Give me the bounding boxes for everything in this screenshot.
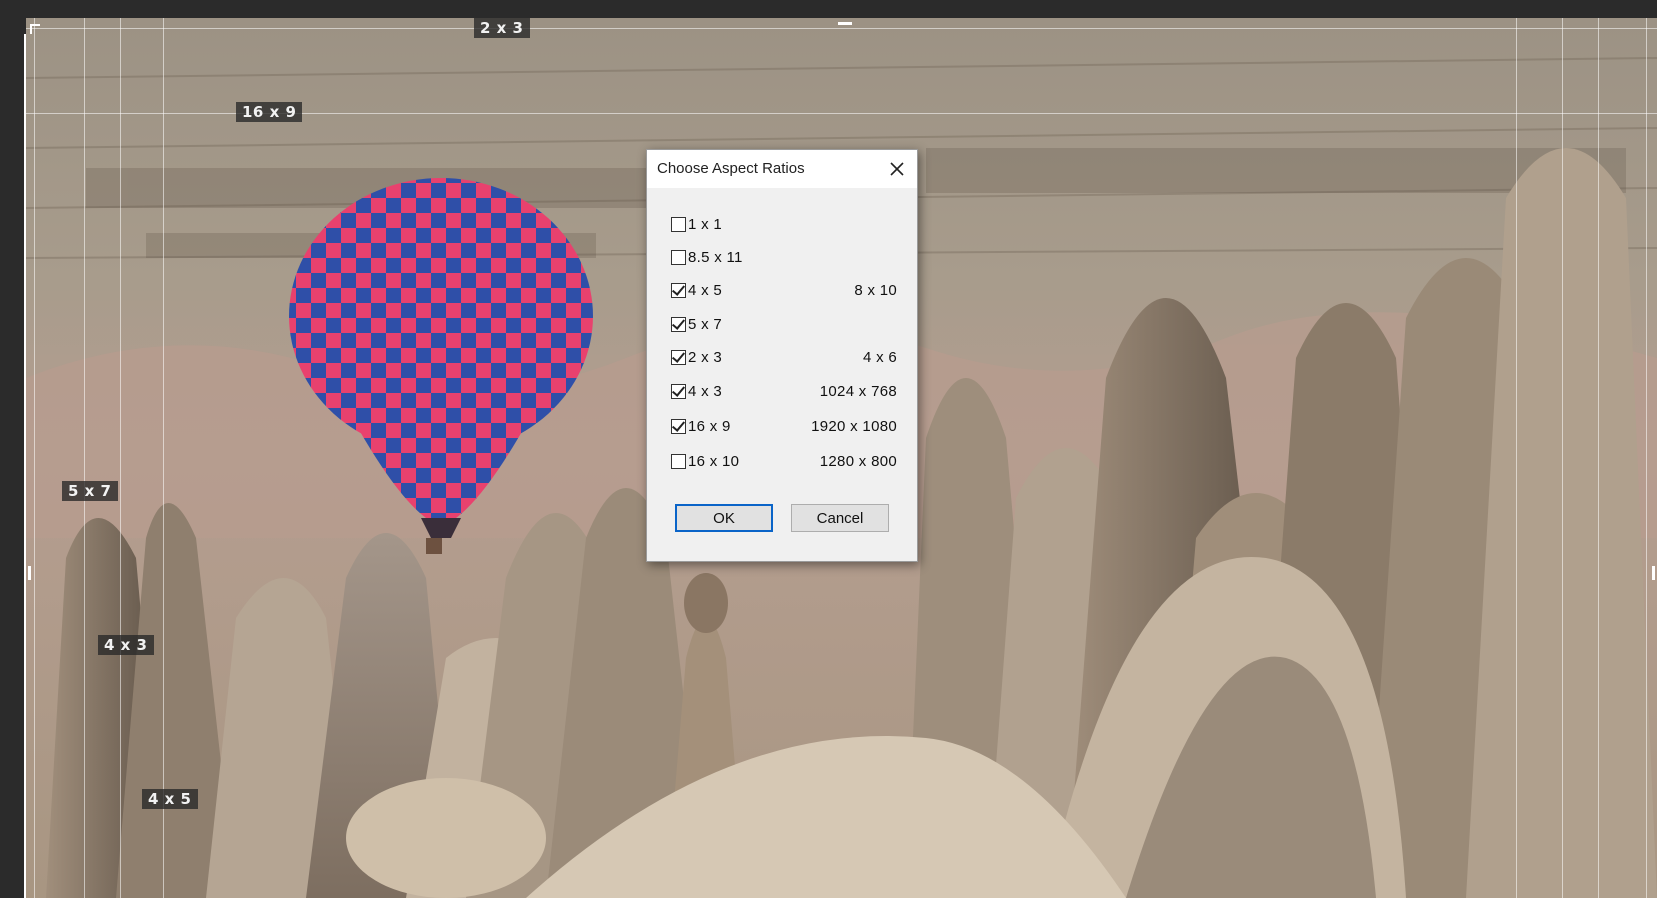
ratio-option-16x9[interactable]: 16 x 9 1920 x 1080 (671, 415, 897, 437)
crop-guide-right-c (1598, 18, 1599, 898)
ratio-option-4x3[interactable]: 4 x 3 1024 x 768 (671, 380, 897, 402)
ratio-option-16x10[interactable]: 16 x 10 1280 x 800 (671, 450, 897, 472)
option-label: 8.5 x 11 (688, 248, 743, 266)
checkbox-2x3[interactable] (671, 349, 686, 365)
option-label: 4 x 3 (688, 382, 723, 400)
crop-guide-5x7 (84, 18, 85, 898)
option-label: 4 x 5 (688, 281, 723, 299)
checkbox-1x1[interactable] (671, 216, 686, 232)
option-label: 1 x 1 (688, 215, 723, 233)
ratio-option-8-5x11[interactable]: 8.5 x 11 (671, 246, 897, 268)
crop-right-handle[interactable] (1652, 566, 1655, 580)
ratio-option-1x1[interactable]: 1 x 1 (671, 213, 897, 235)
cancel-button[interactable]: Cancel (791, 504, 889, 532)
crop-guide-right (1646, 18, 1647, 898)
crop-guide-left (34, 18, 35, 898)
checkbox-4x5[interactable] (671, 282, 686, 298)
ratio-label-4x5: 4 x 5 (142, 789, 198, 809)
ok-button[interactable]: OK (675, 504, 773, 532)
crop-guide-right-b (1562, 18, 1563, 898)
editor-canvas: 2 x 3 16 x 9 5 x 7 4 x 3 4 x 5 Choose As… (0, 0, 1657, 898)
checkbox-5x7[interactable] (671, 316, 686, 332)
ratio-label-16x9: 16 x 9 (236, 102, 303, 122)
ratio-label-5x7: 5 x 7 (62, 481, 118, 501)
option-label: 5 x 7 (688, 315, 723, 333)
crop-corner-handle-v[interactable] (30, 24, 32, 34)
option-alt: 1280 x 800 (819, 452, 897, 470)
crop-top-handle[interactable] (838, 22, 852, 25)
crop-left-handle[interactable] (28, 566, 31, 580)
crop-guide-top (26, 28, 1657, 29)
checkbox-16x9[interactable] (671, 418, 686, 434)
checkbox-16x10[interactable] (671, 453, 686, 469)
checkbox-8-5x11[interactable] (671, 249, 686, 265)
dialog-titlebar[interactable]: Choose Aspect Ratios (647, 150, 917, 188)
close-icon[interactable] (883, 155, 911, 183)
ratio-option-2x3[interactable]: 2 x 3 4 x 6 (671, 346, 897, 368)
crop-guide-right-a (1516, 18, 1517, 898)
ratio-label-2x3: 2 x 3 (474, 18, 530, 38)
ratio-label-4x3: 4 x 3 (98, 635, 154, 655)
choose-aspect-ratios-dialog: Choose Aspect Ratios 1 x 1 8.5 x 11 4 x … (646, 149, 918, 562)
option-alt: 1920 x 1080 (811, 417, 897, 435)
ratio-option-5x7[interactable]: 5 x 7 (671, 313, 897, 335)
ratio-option-4x5[interactable]: 4 x 5 8 x 10 (671, 279, 897, 301)
checkbox-4x3[interactable] (671, 383, 686, 399)
option-label: 2 x 3 (688, 348, 723, 366)
option-alt: 1024 x 768 (819, 382, 897, 400)
crop-guide-4x5 (163, 18, 164, 898)
canvas-left-frame (0, 0, 24, 898)
option-alt: 4 x 6 (862, 348, 897, 366)
option-label: 16 x 9 (688, 417, 731, 435)
option-alt: 8 x 10 (854, 281, 897, 299)
dialog-title: Choose Aspect Ratios (657, 160, 805, 177)
option-label: 16 x 10 (688, 452, 740, 470)
crop-guide-4x3 (120, 18, 121, 898)
